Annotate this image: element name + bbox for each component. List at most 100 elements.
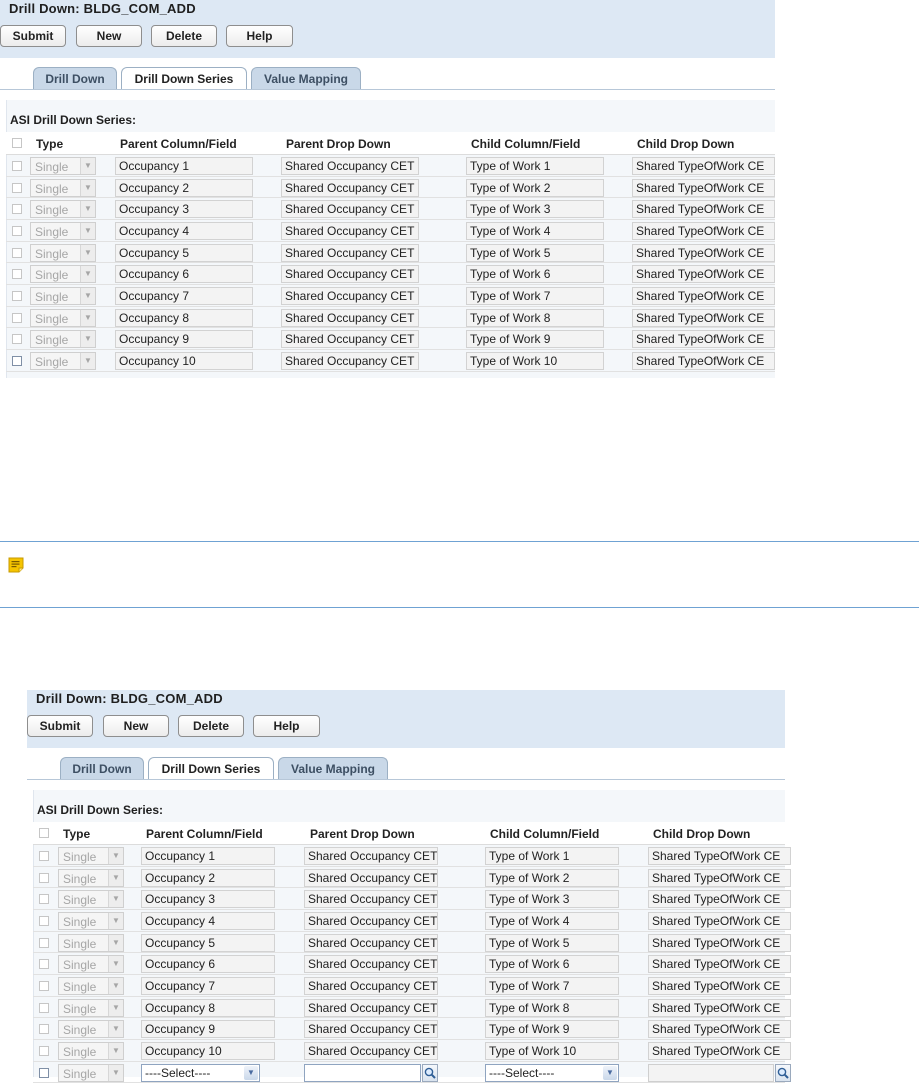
- parent-drop-down-field: Shared Occupancy CET: [304, 911, 438, 930]
- type-select-value: Single: [35, 246, 69, 261]
- row-checkbox[interactable]: [12, 355, 22, 366]
- parent-column-field: Occupancy 9: [115, 330, 253, 349]
- parent-column-field: Occupancy 4: [115, 221, 253, 240]
- child-column-field: Type of Work 7: [485, 976, 619, 995]
- child-column-field: Type of Work 3: [485, 890, 619, 909]
- type-select: Single ▼: [58, 998, 124, 1017]
- row-checkbox: [12, 269, 22, 280]
- tab-drill-down[interactable]: Drill Down: [33, 67, 117, 89]
- parent-column-field: Occupancy 2: [115, 178, 253, 197]
- child-drop-down-field: Shared TypeOfWork CE: [648, 955, 791, 974]
- parent-column-select[interactable]: ----Select---- ▼: [141, 1063, 260, 1082]
- chevron-down-icon: ▼: [80, 179, 95, 196]
- delete-button[interactable]: Delete: [178, 715, 244, 737]
- tab-value-mapping[interactable]: Value Mapping: [251, 67, 361, 89]
- type-select: Single ▼: [58, 976, 124, 995]
- parent-drop-down-field: Shared Occupancy CET: [281, 178, 419, 197]
- chevron-down-icon: ▼: [108, 848, 123, 864]
- section-title: ASI Drill Down Series:: [37, 803, 164, 817]
- type-select: Single ▼: [30, 265, 96, 284]
- chevron-down-icon: ▼: [80, 352, 95, 369]
- note-top-rule: [0, 541, 919, 542]
- parent-drop-down-field: Shared Occupancy CET: [281, 308, 419, 327]
- type-select: Single ▼: [30, 200, 96, 219]
- submit-button[interactable]: Submit: [0, 25, 66, 47]
- parent-drop-down-lookup-button[interactable]: [422, 1063, 438, 1082]
- new-button[interactable]: New: [103, 715, 169, 737]
- select-all-checkbox[interactable]: [39, 828, 49, 838]
- type-select: Single ▼: [58, 890, 124, 909]
- row-checkbox: [39, 872, 49, 883]
- new-row-checkbox[interactable]: [39, 1067, 49, 1078]
- type-select-value: Single: [63, 1044, 97, 1059]
- new-button[interactable]: New: [76, 25, 142, 47]
- tab-value-mapping[interactable]: Value Mapping: [278, 757, 388, 779]
- parent-drop-down-field: Shared Occupancy CET: [304, 847, 438, 865]
- table-header: Type Parent Column/Field Parent Drop Dow…: [6, 132, 775, 155]
- new-type-select-value: Single: [63, 1066, 97, 1081]
- child-drop-down-field: Shared TypeOfWork CE: [632, 178, 775, 197]
- table-row: Single ▼ Occupancy 9 Shared Occupancy CET Ty…: [6, 328, 775, 350]
- child-drop-down-field: Shared TypeOfWork CE: [632, 157, 775, 175]
- parent-drop-down-input[interactable]: [304, 1063, 421, 1082]
- delete-button[interactable]: Delete: [151, 25, 217, 47]
- type-select-value: Single: [63, 914, 97, 929]
- child-drop-down-field: Shared TypeOfWork CE: [632, 221, 775, 240]
- parent-column-field: Occupancy 8: [115, 308, 253, 327]
- column-header-child-column: Child Column/Field: [471, 137, 581, 151]
- type-select: Single ▼: [58, 847, 124, 865]
- type-select: Single ▼: [30, 308, 96, 327]
- child-drop-down-field: Shared TypeOfWork CE: [648, 933, 791, 952]
- child-drop-down-field: Shared TypeOfWork CE: [648, 1020, 791, 1039]
- parent-column-field: Occupancy 7: [115, 286, 253, 305]
- child-column-field: Type of Work 8: [466, 308, 604, 327]
- type-select: Single ▼: [30, 157, 96, 175]
- tab-drill-down-series[interactable]: Drill Down Series: [148, 757, 274, 780]
- type-select-value: Single: [35, 181, 69, 196]
- help-button[interactable]: Help: [226, 25, 293, 47]
- column-header-child-drop-down: Child Drop Down: [637, 137, 735, 151]
- table-header: Type Parent Column/Field Parent Drop Dow…: [33, 822, 785, 845]
- type-select: Single ▼: [30, 330, 96, 349]
- type-select-value: Single: [63, 1001, 97, 1016]
- child-drop-down-field: Shared TypeOfWork CE: [648, 998, 791, 1017]
- chevron-down-icon: ▼: [80, 201, 95, 218]
- type-select: Single ▼: [30, 286, 96, 305]
- submit-button[interactable]: Submit: [27, 715, 93, 737]
- parent-drop-down-field: Shared Occupancy CET: [281, 221, 419, 240]
- parent-column-field: Occupancy 10: [141, 1041, 275, 1060]
- parent-column-field: Occupancy 2: [141, 868, 275, 887]
- tab-drill-down[interactable]: Drill Down: [60, 757, 144, 779]
- chevron-down-icon: ▼: [108, 912, 123, 929]
- parent-drop-down-field: Shared Occupancy CET: [304, 1041, 438, 1060]
- parent-column-field: Occupancy 5: [141, 933, 275, 952]
- tab-bar: Drill Down Drill Down Series Value Mappi…: [33, 67, 365, 90]
- tab-drill-down-series[interactable]: Drill Down Series: [121, 67, 247, 90]
- table-row: Single ▼ Occupancy 3 Shared Occupancy CET Ty…: [6, 198, 775, 220]
- column-header-parent-column: Parent Column/Field: [120, 137, 237, 151]
- child-drop-down-field: Shared TypeOfWork CE: [648, 868, 791, 887]
- table-row: Single ▼ Occupancy 2 Shared Occupancy CET Ty…: [33, 867, 791, 889]
- child-drop-down-field: Shared TypeOfWork CE: [632, 351, 775, 370]
- chevron-down-icon: ▼: [108, 1021, 123, 1038]
- child-column-field: Type of Work 5: [466, 243, 604, 262]
- child-drop-down-lookup-button[interactable]: [775, 1063, 791, 1082]
- table-row: Single ▼ Occupancy 10 Shared Occupancy CET T…: [6, 350, 775, 372]
- note-icon: [8, 557, 24, 573]
- new-table-row: Single ▼ ----Select---- ▼ ----Select---- ▼: [33, 1062, 791, 1084]
- new-type-select[interactable]: Single ▼: [58, 1063, 124, 1082]
- child-column-field: Type of Work 4: [466, 221, 604, 240]
- row-checkbox: [12, 312, 22, 323]
- parent-drop-down-field: Shared Occupancy CET: [304, 933, 438, 952]
- magnifier-icon: [424, 1067, 436, 1079]
- parent-drop-down-field: Shared Occupancy CET: [304, 1020, 438, 1039]
- row-checkbox: [39, 894, 49, 905]
- table-row: Single ▼ Occupancy 8 Shared Occupancy CET Ty…: [6, 307, 775, 329]
- row-checkbox: [12, 161, 22, 171]
- row-checkbox: [39, 851, 49, 861]
- help-button[interactable]: Help: [253, 715, 320, 737]
- child-column-select[interactable]: ----Select---- ▼: [485, 1063, 619, 1082]
- row-checkbox: [12, 204, 22, 215]
- chevron-down-icon: ▼: [108, 1042, 123, 1059]
- select-all-checkbox[interactable]: [12, 138, 22, 148]
